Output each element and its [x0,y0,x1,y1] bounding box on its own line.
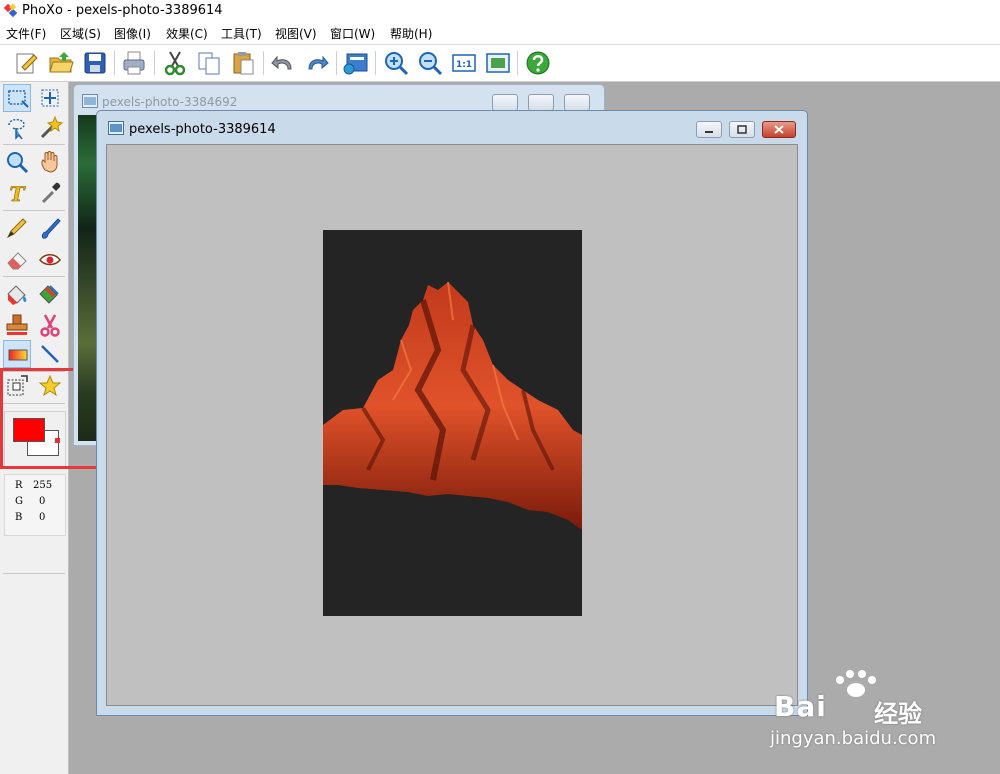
g-value: 0 [39,496,46,507]
tool-separator [3,210,65,211]
actual-size-label: 1:1 [456,60,472,70]
zoom-in-icon[interactable] [382,49,410,77]
baidu-watermark: Bai 经验 jingyan.baidu.com [768,668,968,758]
red-eye-icon[interactable] [36,245,64,273]
redo-icon[interactable] [303,49,331,77]
gradient-icon[interactable] [3,340,31,368]
scan-icon[interactable] [342,49,370,77]
menu-view[interactable]: 视图(V) [275,25,317,42]
open-icon[interactable] [47,49,75,77]
minimize-button[interactable] [492,94,518,111]
print-icon[interactable] [120,49,148,77]
r-label: R [15,480,23,491]
b-label: B [15,512,23,523]
help-icon[interactable] [524,49,552,77]
watermark-url: jingyan.baidu.com [770,728,937,749]
document-icon [108,121,124,138]
maximize-button[interactable] [729,121,755,138]
zoom-out-icon[interactable] [416,49,444,77]
move-icon[interactable] [36,84,64,112]
toolbar-separator [336,51,337,75]
toolbar-separator [263,51,264,75]
rgb-row-b: B0 [15,512,45,523]
actual-size-icon[interactable]: 1:1 [450,49,478,77]
document-title: pexels-photo-3389614 [129,122,276,137]
menu-region[interactable]: 区域(S) [60,25,101,42]
watermark-brand: Bai [774,690,827,723]
document-icon [82,94,98,111]
menu-effects[interactable]: 效果(C) [166,25,208,42]
hand-icon[interactable] [36,148,64,176]
lasso-select-icon[interactable] [3,113,31,141]
toolbar-separator [517,51,518,75]
watermark-brand-cn: 经验 [874,700,922,728]
close-button[interactable] [762,121,796,138]
toolbar-separator [114,51,115,75]
maximize-button[interactable] [528,94,554,111]
menu-file[interactable]: 文件(F) [6,25,46,42]
rgb-row-r: R 255 [15,480,52,491]
zoom-icon[interactable] [3,148,31,176]
eraser-icon[interactable] [3,245,31,273]
paste-icon[interactable] [229,49,257,77]
b-value: 0 [39,512,46,523]
save-icon[interactable] [81,49,109,77]
document-title: pexels-photo-3384692 [102,95,238,109]
scissors-icon[interactable] [36,311,64,339]
toolbar-separator [154,51,155,75]
brush-icon[interactable] [36,214,64,242]
pencil-icon[interactable] [3,214,31,242]
title-bar: PhoXo - pexels-photo-3389614 [0,0,1000,22]
document-canvas-area[interactable] [106,144,798,706]
color-replace-icon[interactable] [36,280,64,308]
tool-separator [3,144,65,145]
cut-icon[interactable] [161,49,189,77]
menu-image[interactable]: 图像(I) [114,25,151,42]
new-icon[interactable] [12,49,40,77]
toolbar: 1:1 [0,45,1000,82]
r-value: 255 [33,480,53,491]
rgb-row-g: G0 [15,496,45,507]
stamp-icon[interactable] [3,311,31,339]
window-title: PhoXo - pexels-photo-3389614 [22,3,223,18]
text-icon[interactable]: T [3,179,31,207]
close-button[interactable] [564,94,590,111]
minimize-button[interactable] [696,121,722,138]
fill-icon[interactable] [3,280,31,308]
g-label: G [15,496,23,507]
menu-help[interactable]: 帮助(H) [390,25,432,42]
copy-icon[interactable] [195,49,223,77]
menu-bar: 文件(F) 区域(S) 图像(I) 效果(C) 工具(T) 视图(V) 窗口(W… [0,22,1000,45]
undo-icon[interactable] [269,49,297,77]
tool-separator [3,573,65,574]
rect-select-icon[interactable] [3,84,31,112]
toolbar-separator [375,51,376,75]
tool-separator [3,276,65,277]
mountain-image [323,281,582,530]
rgb-readout: R 255 G0 B0 [4,474,66,536]
magic-wand-icon[interactable] [36,113,64,141]
document-window-front[interactable]: pexels-photo-3389614 [96,110,808,716]
menu-tools[interactable]: 工具(T) [221,25,262,42]
fit-window-icon[interactable] [484,49,512,77]
document-image[interactable] [323,230,582,616]
eyedropper-icon[interactable] [36,179,64,207]
line-icon[interactable] [36,340,64,368]
svg-text:T: T [10,182,27,206]
menu-window[interactable]: 窗口(W) [330,25,375,42]
phoxo-app-icon [3,3,18,18]
